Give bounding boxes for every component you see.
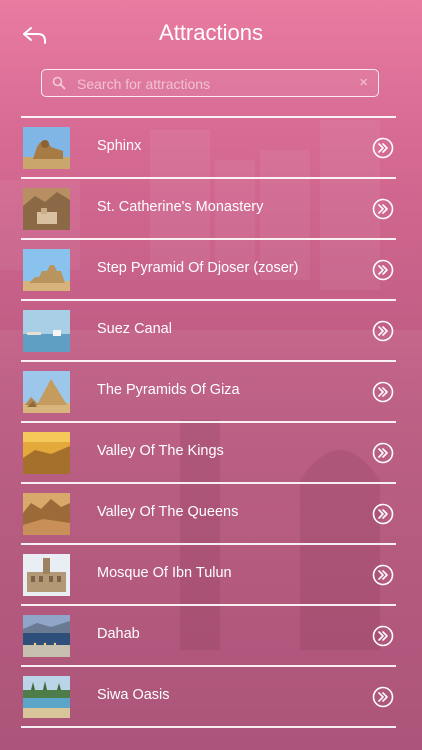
list-divider <box>21 726 396 728</box>
attraction-label: Valley Of The Kings <box>97 442 224 459</box>
list-item[interactable]: Siwa Oasis <box>21 667 396 727</box>
attraction-thumbnail <box>23 370 70 413</box>
attraction-thumbnail <box>23 126 70 169</box>
search-icon <box>52 76 66 90</box>
attraction-label: Suez Canal <box>97 320 172 337</box>
attraction-label: Mosque Of Ibn Tulun <box>97 564 232 581</box>
list-item[interactable]: Step Pyramid Of Djoser (zoser) <box>21 240 396 300</box>
chevron-right-circle-icon[interactable] <box>372 442 394 464</box>
attraction-thumbnail <box>23 187 70 230</box>
list-item[interactable]: Dahab <box>21 606 396 666</box>
attraction-label: St. Catherine's Monastery <box>97 198 264 215</box>
chevron-right-circle-icon[interactable] <box>372 625 394 647</box>
clear-search-icon[interactable]: × <box>359 74 368 92</box>
attraction-thumbnail <box>23 553 70 596</box>
attraction-label: Step Pyramid Of Djoser (zoser) <box>97 259 299 276</box>
chevron-right-circle-icon[interactable] <box>372 259 394 281</box>
attraction-thumbnail <box>23 431 70 474</box>
header-bar: Attractions <box>0 0 422 70</box>
list-item[interactable]: Suez Canal <box>21 301 396 361</box>
attractions-list: Sphinx St. Catherine's Monastery Step Pyra… <box>21 116 396 728</box>
chevron-right-circle-icon[interactable] <box>372 137 394 159</box>
attraction-label: Dahab <box>97 625 140 642</box>
list-item[interactable]: St. Catherine's Monastery <box>21 179 396 239</box>
chevron-right-circle-icon[interactable] <box>372 503 394 525</box>
chevron-right-circle-icon[interactable] <box>372 564 394 586</box>
chevron-right-circle-icon[interactable] <box>372 381 394 403</box>
list-item[interactable]: Valley Of The Queens <box>21 484 396 544</box>
chevron-right-circle-icon[interactable] <box>372 198 394 220</box>
attraction-thumbnail <box>23 309 70 352</box>
attraction-thumbnail <box>23 492 70 535</box>
search-bar[interactable]: × <box>41 69 379 97</box>
attraction-label: Valley Of The Queens <box>97 503 239 520</box>
list-item[interactable]: The Pyramids Of Giza <box>21 362 396 422</box>
chevron-right-circle-icon[interactable] <box>372 686 394 708</box>
attraction-label: Sphinx <box>97 137 142 154</box>
page-title: Attractions <box>159 20 263 45</box>
attraction-thumbnail <box>23 248 70 291</box>
chevron-right-circle-icon[interactable] <box>372 320 394 342</box>
attraction-label: Siwa Oasis <box>97 686 170 703</box>
search-input[interactable] <box>75 73 349 95</box>
list-item[interactable]: Sphinx <box>21 118 396 178</box>
attraction-label: The Pyramids Of Giza <box>97 381 240 398</box>
attraction-thumbnail <box>23 675 70 718</box>
list-item[interactable]: Mosque Of Ibn Tulun <box>21 545 396 605</box>
attraction-thumbnail <box>23 614 70 657</box>
list-item[interactable]: Valley Of The Kings <box>21 423 396 483</box>
